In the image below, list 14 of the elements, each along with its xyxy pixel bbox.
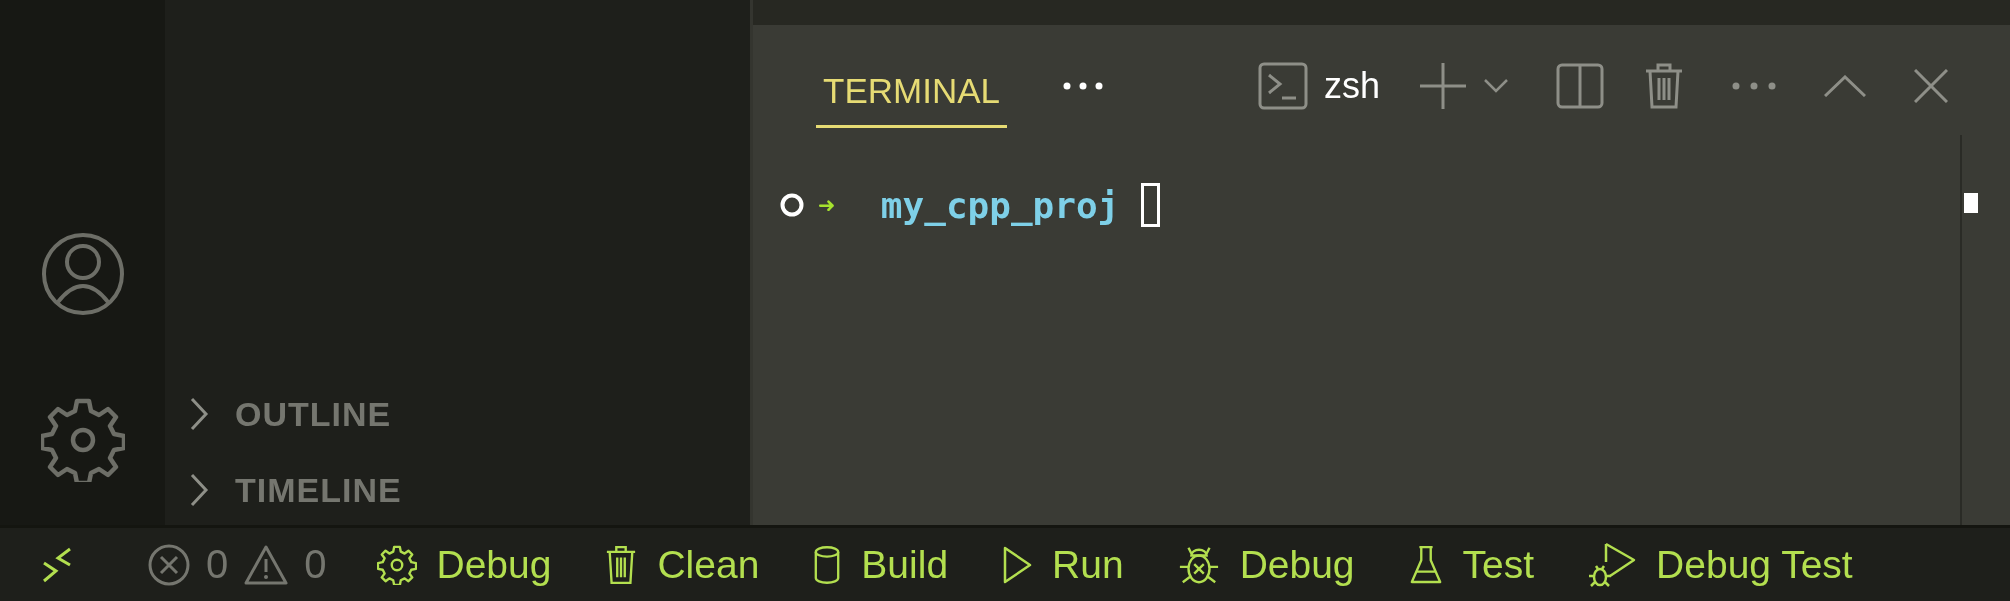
panel-tab[interactable]: TERMINAL: [816, 50, 1007, 128]
status-bar-item[interactable]: Run: [1002, 542, 1124, 587]
section-header[interactable]: TIMELINE: [189, 469, 750, 511]
status-bar-item[interactable]: Build: [813, 542, 949, 587]
status-bar-item[interactable]: Debug Test: [1588, 541, 1853, 588]
prompt-directory: my_cpp_proj: [880, 184, 1120, 226]
problems-indicator[interactable]: 0 0: [148, 542, 327, 587]
status-bar-item[interactable]: Test: [1408, 542, 1535, 587]
status-bar-item[interactable]: Debug: [376, 542, 552, 587]
status-bar-item[interactable]: Clean: [605, 542, 760, 587]
status-bar-item[interactable]: Debug: [1177, 542, 1355, 587]
prompt-arrow: ➜: [818, 188, 835, 222]
terminal-profile[interactable]: zsh: [1323, 65, 1380, 107]
section-header[interactable]: OUTLINE: [189, 393, 750, 435]
